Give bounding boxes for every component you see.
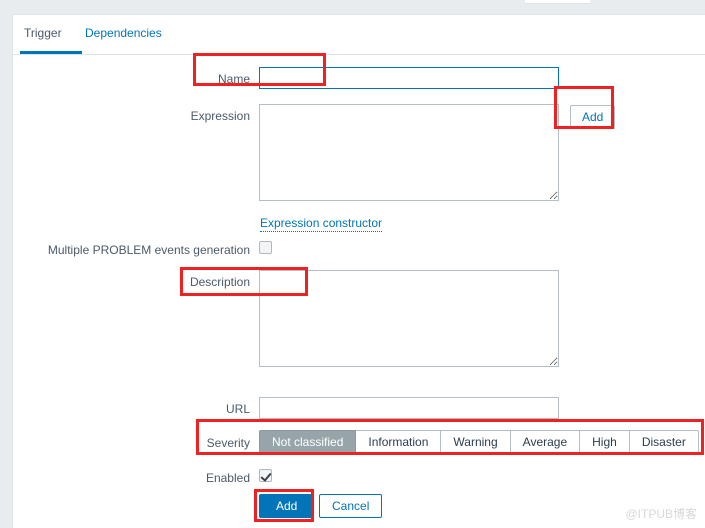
severity-option-average[interactable]: Average <box>510 430 581 454</box>
expression-add-button[interactable]: Add <box>570 105 616 129</box>
severity-option-information[interactable]: Information <box>356 430 442 454</box>
window-top-nub <box>525 0 590 4</box>
expression-constructor-link[interactable]: Expression constructor <box>260 216 383 232</box>
watermark: @ITPUB博客 <box>625 507 697 521</box>
severity-option-high[interactable]: High <box>580 430 630 454</box>
multiple-problem-events-label: Multiple PROBLEM events generation <box>47 243 250 257</box>
url-label: URL <box>225 402 250 416</box>
description-textarea[interactable] <box>259 270 559 367</box>
tab-active-underline <box>20 51 82 54</box>
tab-trigger[interactable]: Trigger <box>24 25 62 41</box>
multiple-problem-events-checkbox[interactable] <box>259 241 272 254</box>
submit-add-button[interactable]: Add <box>259 494 315 518</box>
tab-bar: Trigger Dependencies <box>13 15 705 55</box>
expression-label: Expression <box>190 109 250 123</box>
severity-option-disaster[interactable]: Disaster <box>629 430 699 454</box>
severity-label: Severity <box>206 436 250 450</box>
enabled-checkbox[interactable] <box>259 469 272 482</box>
url-input[interactable] <box>259 397 559 419</box>
description-label: Description <box>189 275 250 289</box>
window-top-strip <box>0 0 705 14</box>
cancel-button[interactable]: Cancel <box>319 494 383 518</box>
tab-dependencies[interactable]: Dependencies <box>85 25 162 41</box>
severity-button-group: Not classified Information Warning Average H… <box>259 430 699 454</box>
severity-option-not-classified[interactable]: Not classified <box>259 430 357 454</box>
enabled-label: Enabled <box>205 471 250 485</box>
trigger-form-card: Trigger Dependencies Name Expression Add… <box>12 14 705 528</box>
severity-option-warning[interactable]: Warning <box>441 430 511 454</box>
name-input[interactable] <box>259 67 559 89</box>
expression-textarea[interactable] <box>259 104 559 201</box>
name-label: Name <box>217 72 250 86</box>
